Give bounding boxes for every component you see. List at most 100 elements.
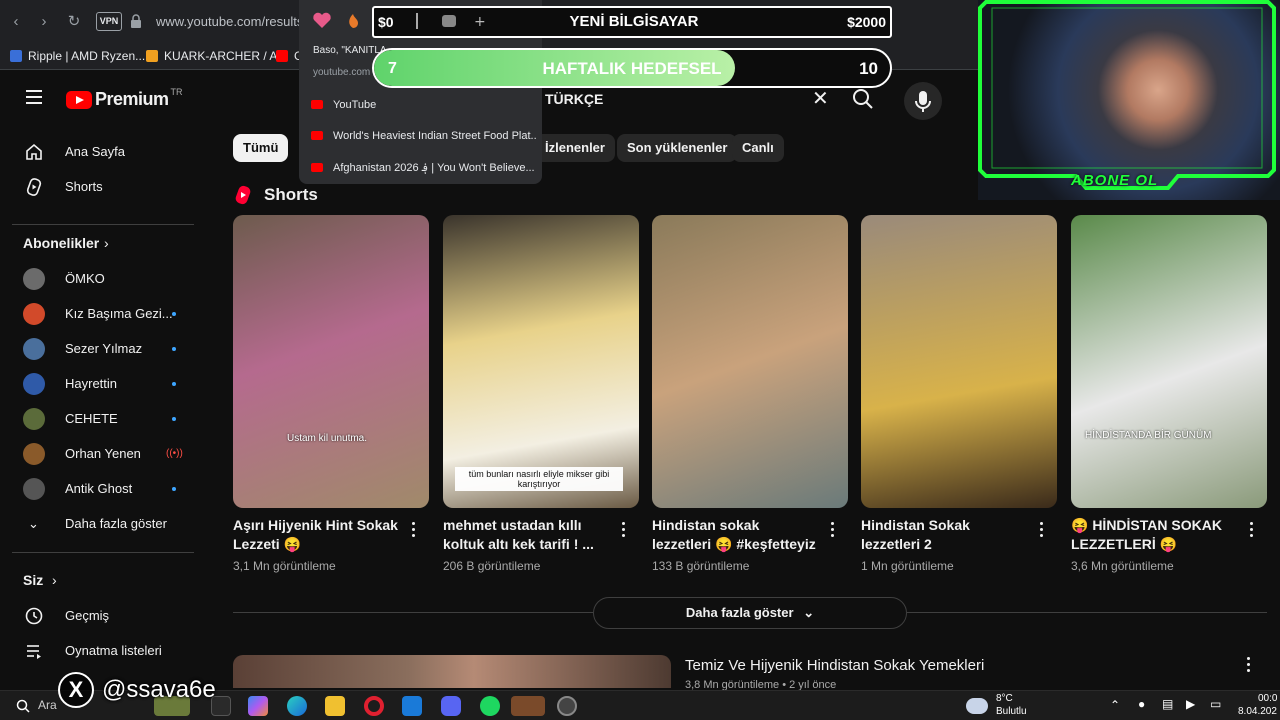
short-views: 3,1 Mn görüntileme: [233, 559, 336, 573]
chip-recently-uploaded[interactable]: Son yüklenenler: [617, 134, 738, 162]
more-options-icon[interactable]: [1247, 657, 1251, 673]
network-icon[interactable]: ▤: [1162, 697, 1173, 711]
clear-search-icon[interactable]: ✕: [812, 89, 829, 109]
playlist-icon: [27, 644, 41, 659]
short-title[interactable]: Aşırı Hijyenik Hint Sokak Lezzeti 😝: [233, 516, 403, 554]
short-thumbnail[interactable]: Ustam kil unutma.: [233, 215, 429, 508]
sidebar-item-shorts[interactable]: Shorts: [0, 169, 206, 204]
search-icon[interactable]: [852, 88, 874, 110]
edge-icon[interactable]: [287, 696, 307, 716]
youtube-logo[interactable]: Premium TR: [66, 87, 183, 110]
sidebar-item-channel[interactable]: Orhan Yenen ((•)): [0, 436, 206, 471]
sidebar-item-home[interactable]: Ana Sayfa: [0, 134, 206, 169]
settings-app-icon[interactable]: [557, 696, 577, 716]
new-content-dot: [172, 416, 176, 421]
chip-watched[interactable]: İzlenenler: [535, 134, 615, 162]
short-views: 3,6 Mn görüntileme: [1071, 559, 1174, 573]
taskbar-search-label[interactable]: Ara: [38, 698, 57, 712]
file-explorer-icon[interactable]: [325, 696, 345, 716]
sidebar: Ana Sayfa Shorts Abonelikler › ÖMKO Kız …: [0, 128, 206, 688]
mail-icon[interactable]: [402, 696, 422, 716]
subscriptions-heading[interactable]: Abonelikler ›: [0, 225, 206, 260]
sidebar-item-channel[interactable]: ÖMKO: [0, 261, 206, 296]
sidebar-item-playlists[interactable]: Oynatma listeleri: [0, 633, 206, 668]
channel-avatar: [23, 267, 45, 290]
taskbar-search-icon[interactable]: [16, 699, 30, 713]
sidebar-show-more[interactable]: ⌄ Daha fazla göster: [0, 506, 206, 541]
sidebar-item-channel[interactable]: Sezer Yılmaz: [0, 331, 206, 366]
shorts-show-more-button[interactable]: Daha fazla göster ⌄: [593, 597, 907, 629]
voice-search-button[interactable]: [904, 82, 942, 120]
short-card[interactable]: HİNDİSTANDA BİR GÜNÜM 😝 HİNDİSTAN SOKAK …: [1071, 215, 1267, 573]
chevron-down-icon: ⌄: [803, 605, 815, 620]
clock-time[interactable]: 00:0: [1258, 693, 1277, 704]
short-card[interactable]: tüm bunları nasırlı eliyle mikser gibi k…: [443, 215, 639, 573]
heart-icon: [313, 12, 331, 28]
back-icon[interactable]: ‹: [6, 12, 26, 32]
bookmark-item[interactable]: KUARK-ARCHER / A...: [146, 49, 287, 63]
you-heading[interactable]: Siz ›: [0, 562, 206, 597]
history-icon: [25, 607, 43, 624]
more-options-icon[interactable]: [831, 522, 835, 538]
video-thumbnail[interactable]: [233, 655, 671, 688]
weather-condition[interactable]: Bulutlu: [996, 706, 1027, 717]
spotify-icon[interactable]: [480, 696, 500, 716]
cloud-app-icon[interactable]: [511, 696, 545, 716]
short-title[interactable]: Hindistan Sokak lezzetleri 2: [861, 516, 1031, 554]
suggestion-item[interactable]: World's Heaviest Indian Street Food Plat…: [311, 130, 536, 142]
battery-icon[interactable]: ▭: [1210, 697, 1221, 711]
clock-date[interactable]: 8.04.202: [1238, 706, 1277, 717]
search-input[interactable]: TÜRKÇE: [545, 91, 603, 107]
plus-icon: +: [474, 14, 486, 30]
volume-icon[interactable]: ▶: [1186, 697, 1195, 711]
short-card[interactable]: Ustam kil unutma. Aşırı Hijyenik Hint So…: [233, 215, 429, 573]
sidebar-item-channel[interactable]: CEHETE: [0, 401, 206, 436]
short-title[interactable]: Hindistan sokak lezzetleri 😝 #keşfetteyi…: [652, 516, 822, 556]
weather-cloud-icon[interactable]: [966, 698, 988, 714]
new-content-dot: [172, 346, 176, 351]
vpn-badge[interactable]: VPN: [96, 12, 122, 31]
chip-all[interactable]: Tümü: [233, 134, 289, 162]
divider: [233, 612, 593, 613]
reload-icon[interactable]: ↻: [64, 12, 84, 32]
weather-temperature[interactable]: 8°C: [996, 693, 1013, 704]
tray-chevron-up-icon[interactable]: ⌃: [1110, 698, 1120, 712]
discord-icon[interactable]: [441, 696, 461, 716]
suggestion-item[interactable]: YouTube: [311, 99, 536, 111]
short-card[interactable]: Hindistan sokak lezzetleri 😝 #keşfetteyi…: [652, 215, 848, 573]
short-title[interactable]: mehmet ustadan kıllı koltuk altı kek tar…: [443, 516, 613, 554]
short-overlay-text: HİNDİSTANDA BİR GÜNÜM: [1085, 430, 1212, 441]
microphone-tray-icon[interactable]: ●: [1138, 697, 1145, 711]
more-options-icon[interactable]: [1040, 522, 1044, 538]
short-thumbnail[interactable]: [861, 215, 1057, 508]
opera-icon[interactable]: [364, 696, 384, 716]
new-content-dot: [172, 381, 176, 386]
more-options-icon[interactable]: [1250, 522, 1254, 538]
bookmark-item[interactable]: Ripple | AMD Ryzen...: [10, 49, 145, 63]
video-title[interactable]: Temiz Ve Hijyenik Hindistan Sokak Yemekl…: [685, 657, 984, 674]
social-handle: @ssava6e: [102, 676, 216, 703]
controller-icon: [442, 15, 456, 27]
more-options-icon[interactable]: [622, 522, 626, 538]
forward-icon[interactable]: ›: [34, 12, 54, 32]
short-thumbnail[interactable]: [652, 215, 848, 508]
address-bar[interactable]: www.youtube.com/results: [156, 14, 303, 29]
copilot-icon[interactable]: [248, 696, 268, 716]
chip-live[interactable]: Canlı: [732, 134, 784, 162]
short-thumbnail[interactable]: tüm bunları nasırlı eliyle mikser gibi k…: [443, 215, 639, 508]
short-views: 1 Mn görüntileme: [861, 559, 954, 573]
menu-icon[interactable]: [26, 90, 42, 104]
weekly-goal-current: 7: [388, 60, 397, 77]
short-thumbnail[interactable]: HİNDİSTANDA BİR GÜNÜM: [1071, 215, 1267, 508]
sidebar-item-channel[interactable]: Hayrettin: [0, 366, 206, 401]
short-title[interactable]: 😝 HİNDİSTAN SOKAK LEZZETLERİ 😝: [1071, 516, 1241, 554]
more-options-icon[interactable]: [412, 522, 416, 538]
sidebar-item-channel[interactable]: Antik Ghost: [0, 471, 206, 506]
chevron-right-icon: ›: [104, 234, 109, 251]
social-handle-overlay: X @ssava6e: [58, 672, 216, 708]
sidebar-item-history[interactable]: Geçmiş: [0, 598, 206, 633]
short-views: 133 B görüntileme: [652, 559, 750, 573]
suggestion-item[interactable]: Afghanistan 2026 ؋ | You Won't Believe..…: [311, 161, 536, 174]
sidebar-item-channel[interactable]: Kız Başıma Gezi...: [0, 296, 206, 331]
short-card[interactable]: Hindistan Sokak lezzetleri 2 1 Mn görünt…: [861, 215, 1057, 573]
